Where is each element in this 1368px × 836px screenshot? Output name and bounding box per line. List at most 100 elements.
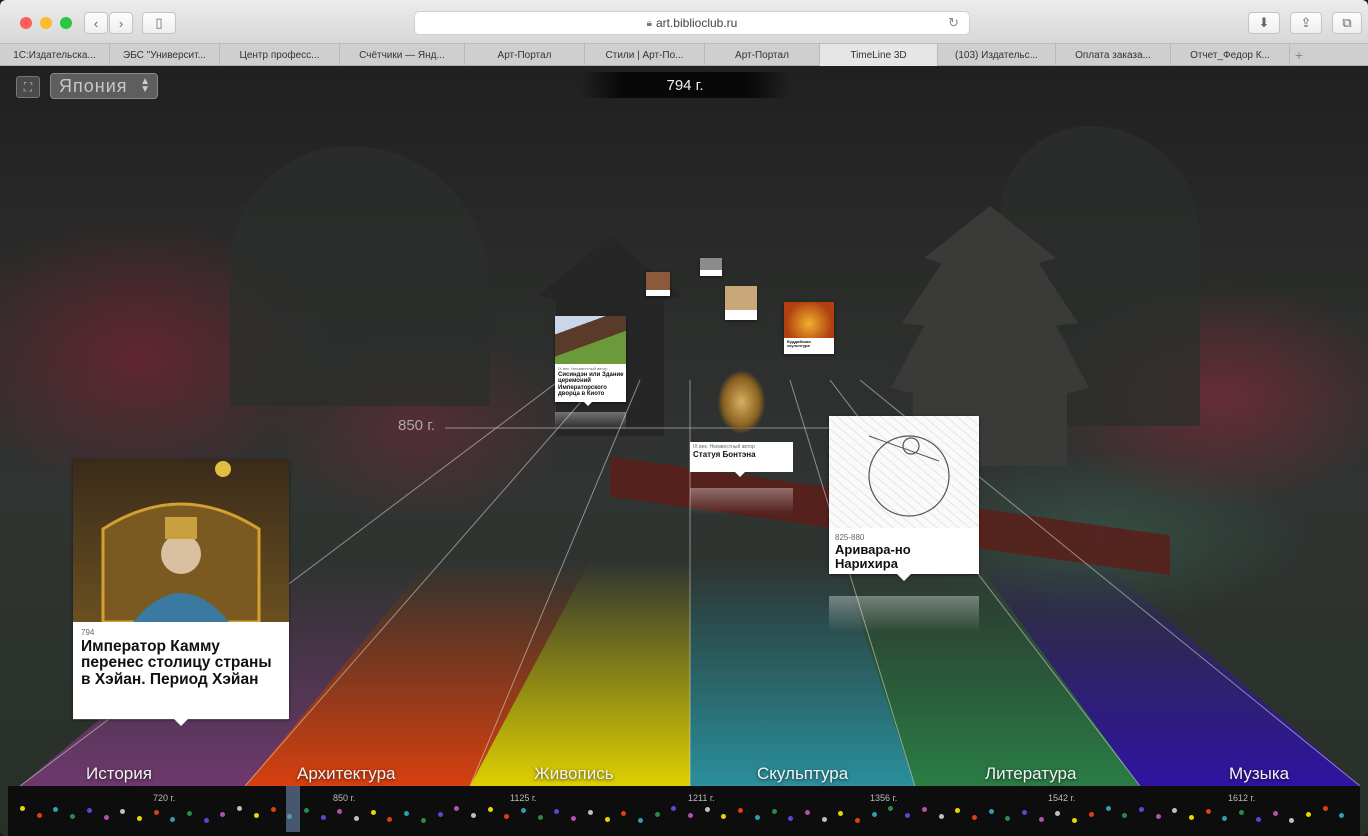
timeline-event-dot[interactable]	[587, 810, 593, 815]
timeline-event-dot[interactable]	[537, 815, 543, 820]
timeline-event-dot[interactable]	[621, 811, 627, 816]
timeline-event-dot[interactable]	[738, 808, 744, 813]
event-card-main[interactable]: 794 Император Камму перенес столицу стра…	[73, 459, 289, 719]
timeline-event-dot[interactable]	[955, 808, 961, 813]
timeline-event-dot[interactable]	[136, 816, 142, 821]
timeline-event-dot[interactable]	[86, 808, 92, 813]
timeline-event-dot[interactable]	[237, 806, 243, 811]
event-card-bontain[interactable]: IX век. Неизвестный автор Статуя Бонтэна	[690, 362, 793, 472]
timeline-event-dot[interactable]	[1005, 816, 1011, 821]
timeline-event-dot[interactable]	[1138, 807, 1144, 812]
current-year-label: 794 г.	[580, 72, 790, 98]
timeline-event-dot[interactable]	[187, 811, 192, 816]
timeline-event-dot[interactable]	[804, 810, 810, 815]
timeline-event-dot[interactable]	[203, 818, 209, 823]
category-painting[interactable]: Живопись	[534, 764, 614, 784]
timeline-event-dot[interactable]	[120, 809, 126, 814]
timeline-event-dot[interactable]	[571, 816, 577, 821]
timeline-event-dot[interactable]	[70, 814, 76, 819]
timeline-event-dot[interactable]	[337, 809, 343, 814]
timeline-event-dot[interactable]	[905, 813, 911, 818]
country-select[interactable]: Япония ▲ ▼	[50, 73, 158, 99]
timeline-event-dot[interactable]	[1088, 812, 1094, 817]
timeline-event-dot[interactable]	[688, 813, 693, 818]
timeline-event-dot[interactable]	[504, 814, 510, 819]
timeline-event-dot[interactable]	[721, 814, 727, 819]
depth-year-label: 850 г.	[398, 417, 436, 434]
timeline-event-dot[interactable]	[253, 813, 259, 818]
timeline-event-dot[interactable]	[303, 808, 309, 813]
timeline-event-dot[interactable]	[888, 806, 894, 811]
timeline-event-dot[interactable]	[1222, 816, 1228, 821]
timeline-event-dot[interactable]	[771, 809, 777, 814]
timeline-scrubber[interactable]: 720 г. 850 г. 1125 г. 1211 г. 1356 г. 1542 г.…	[8, 786, 1360, 836]
timeline-event-dot[interactable]	[1305, 812, 1311, 817]
category-music[interactable]: Музыка	[1229, 764, 1289, 784]
timeline-event-dot[interactable]	[637, 818, 643, 823]
event-card-ariwara[interactable]: 825-880 Аривара-но Нарихира	[829, 416, 979, 574]
timeline-event-dot[interactable]	[604, 817, 610, 822]
timeline-event-dot[interactable]	[20, 806, 25, 811]
category-history[interactable]: История	[86, 764, 152, 784]
timeline-event-dot[interactable]	[1205, 809, 1211, 814]
timeline-event-dot[interactable]	[1272, 811, 1278, 816]
timeline-event-dot[interactable]	[370, 810, 376, 815]
timeline-event-dot[interactable]	[437, 812, 443, 817]
timeline-event-dot[interactable]	[1339, 813, 1345, 818]
timeline-event-dot[interactable]	[36, 813, 42, 818]
timeline-event-dot[interactable]	[470, 813, 476, 818]
timeline-event-dot[interactable]	[153, 810, 159, 815]
timeline-event-dot[interactable]	[938, 814, 944, 819]
timeline-event-dot[interactable]	[521, 808, 526, 813]
distant-event-card[interactable]	[700, 258, 722, 276]
distant-event-card[interactable]	[725, 286, 757, 320]
timeline-event-dot[interactable]	[404, 811, 410, 816]
timeline-event-dot[interactable]	[1255, 817, 1261, 822]
timeline-event-dot[interactable]	[855, 818, 860, 823]
timeline-event-dot[interactable]	[838, 811, 844, 816]
distant-event-card[interactable]	[646, 272, 670, 296]
timeline-event-dot[interactable]	[971, 815, 977, 820]
timeline-event-dot[interactable]	[53, 807, 59, 812]
timeline-event-dot[interactable]	[1105, 806, 1111, 811]
timeline-event-dot[interactable]	[387, 817, 393, 822]
timeline-event-dot[interactable]	[1038, 817, 1044, 822]
timeline-event-dot[interactable]	[1055, 811, 1061, 816]
timeline-event-dot[interactable]	[821, 817, 827, 822]
timeline-event-dot[interactable]	[871, 812, 877, 817]
timeline-event-dot[interactable]	[1289, 818, 1295, 823]
timeline-event-dot[interactable]	[671, 806, 677, 811]
timeline-event-dot[interactable]	[420, 818, 426, 823]
timeline-event-dot[interactable]	[220, 812, 226, 817]
timeline-event-dot[interactable]	[1155, 814, 1161, 819]
timeline-event-dot[interactable]	[1239, 810, 1245, 815]
timeline-event-dot[interactable]	[354, 816, 359, 821]
timeline-event-dot[interactable]	[654, 812, 660, 817]
timeline-event-dot[interactable]	[487, 807, 493, 812]
timeline-event-dot[interactable]	[1172, 808, 1178, 813]
timeline-tick-label: 1542 г.	[1048, 793, 1076, 803]
category-sculpture[interactable]: Скульптура	[757, 764, 848, 784]
category-architecture[interactable]: Архитектура	[297, 764, 395, 784]
timeline-event-dot[interactable]	[988, 809, 994, 814]
fullscreen-button[interactable]: ⛶	[16, 76, 40, 98]
timeline-event-dot[interactable]	[1322, 806, 1328, 811]
timeline-event-dot[interactable]	[1122, 813, 1128, 818]
timeline-event-dot[interactable]	[454, 806, 460, 811]
event-card-buddha[interactable]: Буддийская скульптура	[784, 302, 834, 354]
timeline-event-dot[interactable]	[788, 816, 794, 821]
timeline-position-handle[interactable]	[286, 786, 300, 832]
timeline-event-dot[interactable]	[704, 807, 710, 812]
timeline-event-dot[interactable]	[754, 815, 760, 820]
timeline-event-dot[interactable]	[320, 815, 326, 820]
timeline-event-dot[interactable]	[270, 807, 276, 812]
timeline-event-dot[interactable]	[921, 807, 927, 812]
timeline-event-dot[interactable]	[1072, 818, 1078, 823]
timeline-event-dot[interactable]	[554, 809, 560, 814]
timeline-event-dot[interactable]	[1189, 815, 1194, 820]
timeline-event-dot[interactable]	[103, 815, 109, 820]
category-literature[interactable]: Литература	[985, 764, 1076, 784]
timeline-event-dot[interactable]	[1022, 810, 1027, 815]
timeline-event-dot[interactable]	[170, 817, 176, 822]
event-card-shishinden[interactable]: IX век. Неизвестный автор Сисиндэн или З…	[555, 316, 626, 402]
